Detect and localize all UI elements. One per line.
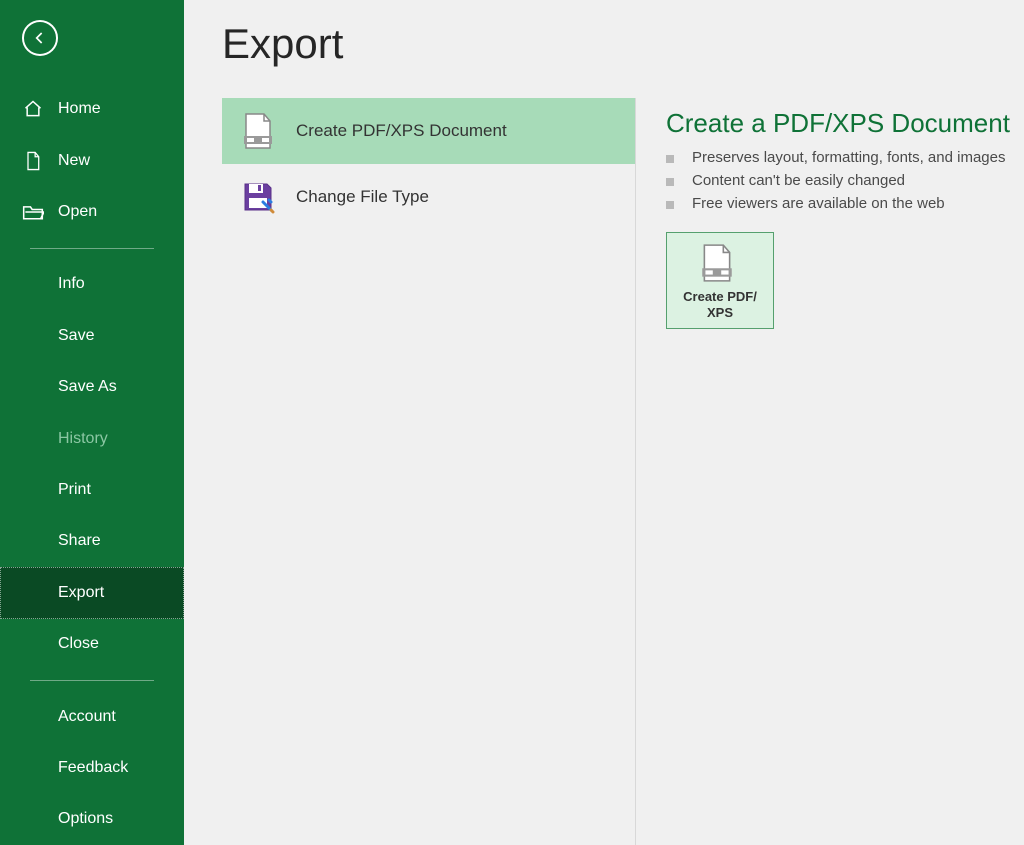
sidebar-item-label: Options [58, 810, 113, 828]
main-panel: Export Create PDF/XPS Document [184, 0, 1024, 845]
sidebar-item-open[interactable]: Open [0, 186, 184, 237]
sidebar-item-label: Save As [58, 378, 117, 396]
sidebar-item-label: Feedback [58, 759, 128, 777]
sidebar-item-feedback[interactable]: Feedback [0, 742, 184, 793]
sidebar-divider [30, 248, 154, 249]
page-title: Export [222, 20, 1024, 68]
sidebar-item-history: History [0, 413, 184, 464]
sidebar-item-new[interactable]: New [0, 135, 184, 186]
export-options-list: Create PDF/XPS Document Change Fil [222, 98, 636, 845]
sidebar-item-label: Save [58, 327, 94, 345]
bullet-text: Content can't be easily changed [692, 172, 905, 189]
sidebar-item-label: Share [58, 532, 101, 550]
sidebar-item-label: Home [58, 100, 101, 118]
sidebar-item-options[interactable]: Options [0, 794, 184, 845]
sidebar-item-label: History [58, 430, 108, 448]
home-icon [22, 98, 44, 120]
sidebar-item-share[interactable]: Share [0, 516, 184, 567]
bullet-marker-icon [666, 201, 674, 209]
sidebar-item-label: Open [58, 203, 97, 221]
sidebar-item-close[interactable]: Close [0, 619, 184, 670]
file-icon [22, 150, 44, 172]
create-pdf-xps-button[interactable]: Create PDF/ XPS [666, 232, 774, 329]
option-change-file-type[interactable]: Change File Type [222, 164, 635, 230]
sidebar-item-label: Print [58, 481, 91, 499]
backstage-sidebar: Home New Open Info Save Save As History [0, 0, 184, 845]
sidebar-item-label: Info [58, 275, 85, 293]
pdf-doc-icon [240, 113, 276, 149]
folder-icon [22, 201, 44, 223]
export-details-panel: Create a PDF/XPS Document Preserves layo… [636, 98, 1024, 845]
sidebar-divider [30, 680, 154, 681]
bullet-marker-icon [666, 178, 674, 186]
option-label: Create PDF/XPS Document [296, 121, 507, 141]
bullet-text: Free viewers are available on the web [692, 195, 945, 212]
details-bullet: Preserves layout, formatting, fonts, and… [666, 149, 1024, 166]
option-label: Change File Type [296, 187, 429, 207]
sidebar-item-label: Export [58, 584, 104, 602]
sidebar-item-label: Account [58, 708, 116, 726]
sidebar-item-export[interactable]: Export [0, 567, 184, 618]
save-type-icon [240, 179, 276, 215]
sidebar-item-save[interactable]: Save [0, 310, 184, 361]
sidebar-item-save-as[interactable]: Save As [0, 362, 184, 413]
details-bullet: Free viewers are available on the web [666, 195, 1024, 212]
details-title: Create a PDF/XPS Document [666, 108, 1024, 139]
sidebar-item-print[interactable]: Print [0, 464, 184, 515]
button-label: Create PDF/ XPS [683, 289, 757, 320]
sidebar-item-label: Close [58, 635, 99, 653]
sidebar-item-home[interactable]: Home [0, 84, 184, 135]
pdf-doc-icon [700, 243, 740, 283]
back-button[interactable] [22, 20, 58, 56]
sidebar-item-label: New [58, 152, 90, 170]
sidebar-item-account[interactable]: Account [0, 691, 184, 742]
sidebar-item-info[interactable]: Info [0, 259, 184, 310]
option-create-pdf-xps[interactable]: Create PDF/XPS Document [222, 98, 635, 164]
bullet-marker-icon [666, 155, 674, 163]
bullet-text: Preserves layout, formatting, fonts, and… [692, 149, 1005, 166]
details-bullet: Content can't be easily changed [666, 172, 1024, 189]
